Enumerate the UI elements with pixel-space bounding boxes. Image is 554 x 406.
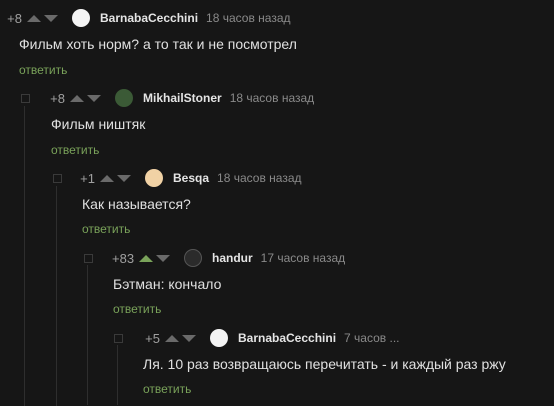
comment-author[interactable]: handur [212,251,253,265]
thread-line [117,345,118,405]
comment-time: 18 часов назад [229,91,315,105]
comment-text: Как называется? [82,196,191,212]
downvote-icon[interactable] [117,174,131,182]
upvote-icon[interactable] [70,94,84,102]
comment-rating: +8 [7,10,22,26]
avatar[interactable] [184,249,202,267]
comment-text: Фильм ништяк [51,116,146,132]
comment-header: +8 BarnabaCecchini 18 часов назад [0,8,291,28]
collapse-toggle[interactable] [21,94,30,103]
comment-author[interactable]: Besqa [173,171,209,185]
downvote-icon[interactable] [182,334,196,342]
comment-rating: +1 [80,170,95,186]
upvote-icon[interactable] [100,174,114,182]
collapse-toggle[interactable] [114,334,123,343]
avatar[interactable] [145,169,163,187]
comment-rating: +5 [145,330,160,346]
comment-author[interactable]: MikhailStoner [143,91,222,105]
downvote-icon[interactable] [44,14,58,22]
reply-link[interactable]: ответить [82,222,130,236]
reply-link[interactable]: ответить [19,63,67,77]
comment-time: 7 часов ... [344,331,400,345]
comment-text: Ля. 10 раз возвращаюсь перечитать - и ка… [143,356,506,372]
avatar[interactable] [115,89,133,107]
downvote-icon[interactable] [156,254,170,262]
upvote-icon[interactable] [165,334,179,342]
collapse-toggle[interactable] [53,174,62,183]
comment-time: 18 часов назад [217,171,302,185]
collapse-toggle[interactable] [84,254,93,263]
reply-link[interactable]: ответить [143,382,191,396]
comment-time: 17 часов назад [260,251,346,265]
avatar[interactable] [210,329,228,347]
avatar[interactable] [72,9,90,27]
comment-header: +5 BarnabaCecchini 7 часов ... [138,328,400,348]
thread-line [56,186,57,406]
upvote-icon[interactable] [139,254,153,262]
thread-line [24,106,25,406]
comment-text: Фильм хоть норм? а то так и не посмотрел [19,36,297,52]
reply-link[interactable]: ответить [51,143,99,157]
comment-rating: +83 [112,250,135,266]
comment-rating: +8 [50,90,65,106]
reply-link[interactable]: ответить [113,302,161,316]
upvote-icon[interactable] [27,14,41,22]
comment-author[interactable]: BarnabaCecchini [238,331,336,345]
comment-header: +83 handur 17 часов назад [112,248,345,268]
comment-header: +8 MikhailStoner 18 часов назад [43,88,314,108]
thread-line [87,265,88,405]
comment-header: +1 Besqa 18 часов назад [73,168,302,188]
comment-text: Бэтман: кончало [113,276,222,292]
comment-author[interactable]: BarnabaCecchini [100,11,198,25]
downvote-icon[interactable] [87,94,101,102]
comment-time: 18 часов назад [206,11,291,25]
